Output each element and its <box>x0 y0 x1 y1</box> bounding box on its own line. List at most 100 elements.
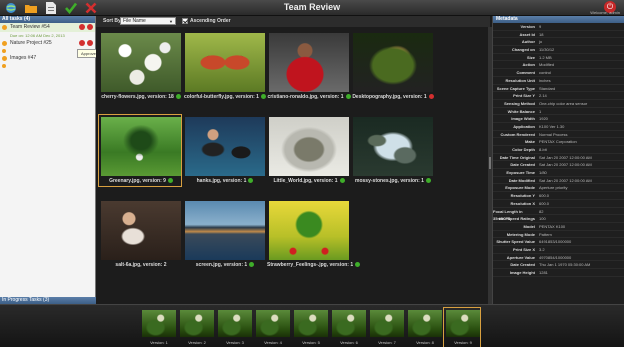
task-due-date: Due on: 12:06 AM Dec 2, 2013 <box>10 33 65 38</box>
asset-item[interactable]: mossy-stones.jpg, version: 1 <box>350 114 434 187</box>
version-label: Version: 5 <box>302 340 320 345</box>
approved-status-icon <box>167 178 173 184</box>
version-thumbnail[interactable] <box>142 310 176 337</box>
metadata-key: Application <box>513 123 535 129</box>
asset-caption-text: cherry-flowers.jpg, version: 18 <box>101 94 174 100</box>
metadata-row: Model PENTAX K100 <box>493 223 624 231</box>
asset-thumbnail[interactable] <box>185 33 265 92</box>
reject-task-icon[interactable] <box>79 24 85 30</box>
metadata-panel: Metadata Version 9 Asset Id 18 Author jo Chang… <box>492 16 624 304</box>
ascending-checkbox[interactable] <box>182 18 188 24</box>
metadata-value: inches <box>539 77 551 83</box>
version-item[interactable]: Version: 3 <box>215 307 253 347</box>
metadata-key: Author <box>521 39 535 45</box>
version-thumbnail[interactable] <box>408 310 442 337</box>
all-tasks-header[interactable]: All tasks (4) <box>0 16 95 23</box>
asset-thumbnail[interactable] <box>101 201 181 260</box>
version-item[interactable]: Version: 2 <box>177 307 215 347</box>
asset-item[interactable]: cherry-flowers.jpg, version: 18 <box>98 30 182 103</box>
metadata-value: 1 <box>539 108 542 114</box>
metadata-key: Date Modified <box>508 177 535 183</box>
metadata-value: 600.0 <box>539 200 550 206</box>
version-thumbnail[interactable] <box>180 310 214 337</box>
version-thumbnail[interactable] <box>370 310 404 337</box>
metadata-key: Changed on <box>511 47 535 53</box>
version-item[interactable]: Version: 7 <box>367 307 405 347</box>
asset-item[interactable]: colorful-butterfly.jpg, version: 1 <box>182 30 266 103</box>
metadata-value: 18 <box>539 31 544 37</box>
metadata-key: Color Depth <box>512 147 535 152</box>
version-item[interactable]: Version: 1 <box>139 307 177 347</box>
asset-thumbnail[interactable] <box>185 201 265 260</box>
asset-item[interactable]: Strawberry_Feelings-.jpg, version: 1 <box>266 198 361 271</box>
approved-status-icon <box>425 178 431 184</box>
metadata-row: Resolution Y 600.0 <box>493 192 624 200</box>
asset-thumbnail[interactable] <box>101 33 181 92</box>
metadata-key: Comment <box>516 70 535 76</box>
reject-task-icon[interactable] <box>79 40 85 46</box>
version-item[interactable]: Version: 8 <box>405 307 443 347</box>
version-label: Version: 1 <box>150 340 168 345</box>
version-thumbnail[interactable] <box>294 310 328 337</box>
in-progress-header[interactable]: In Progress Tasks (3) <box>0 297 96 304</box>
version-item[interactable]: Version: 5 <box>291 307 329 347</box>
version-thumbnail[interactable] <box>256 310 290 337</box>
task-item-nature-project[interactable]: Nature Project #25 <box>0 39 95 48</box>
asset-caption-text: Desktopography.jpg, version: 1 <box>352 94 427 100</box>
task-item-blank[interactable] <box>0 63 95 69</box>
asset-item[interactable]: cristiano-ronaldo.jpg, version: 1 <box>266 30 351 103</box>
metadata-value: 4970854/1000000 <box>539 254 572 260</box>
chevron-down-icon: ▼ <box>169 19 173 24</box>
metadata-value: 600.0 <box>539 193 550 199</box>
metadata-row: Author jo <box>493 38 624 47</box>
reject-all-icon[interactable] <box>87 40 93 46</box>
version-thumbnail[interactable] <box>218 310 252 337</box>
asset-thumbnail[interactable] <box>353 33 433 92</box>
asset-thumbnail[interactable] <box>353 117 433 176</box>
task-icon <box>2 49 6 53</box>
asset-caption: cristiano-ronaldo.jpg, version: 1 <box>267 94 351 100</box>
asset-thumbnail[interactable] <box>101 117 181 176</box>
asset-thumbnail[interactable] <box>269 201 349 260</box>
asset-item[interactable]: Little_World.jpg, version: 1 <box>266 114 350 187</box>
metadata-row: Sensing Method One-chip color area sensor <box>493 100 624 108</box>
task-label: Team Review #54 <box>10 24 50 30</box>
tasks-panel: All tasks (4) Team Review #54 Due on: 12… <box>0 16 132 304</box>
asset-caption: cherry-flowers.jpg, version: 18 <box>99 94 183 100</box>
version-item[interactable]: Version: 9 <box>443 307 481 347</box>
metadata-key: Sensing Method <box>504 100 535 106</box>
task-item-team-review[interactable]: Team Review #54 <box>0 23 95 32</box>
version-item[interactable]: Version: 6 <box>329 307 367 347</box>
task-icon <box>2 25 7 30</box>
version-strip: Version: 1 Version: 2 Version: 3 Version: 4… <box>0 304 624 347</box>
sort-bar: Sort By: File Name ▼ Ascending Order <box>96 16 490 27</box>
asset-thumbnail[interactable] <box>185 117 265 176</box>
task-icon <box>2 41 7 46</box>
version-thumbnail[interactable] <box>332 310 366 337</box>
app-window: Team Review ⏻ Welcome, admin All tasks (… <box>0 0 624 347</box>
asset-item[interactable]: hanks.jpg, version: 1 <box>182 114 266 187</box>
metadata-row: Shutter Speed Value 6491853/1000000 <box>493 238 624 246</box>
metadata-value: Pattern <box>539 231 552 237</box>
metadata-key: Scene Capture Type <box>496 85 535 91</box>
version-item[interactable]: Version: 4 <box>253 307 291 347</box>
metadata-key: Model <box>523 223 535 229</box>
asset-item[interactable]: salt-6a.jpg, version: 2 <box>98 198 182 271</box>
reject-all-icon[interactable] <box>87 24 93 30</box>
metadata-row: Print Size X 3.2 <box>493 246 624 254</box>
sort-select[interactable]: File Name ▼ <box>120 17 176 25</box>
version-thumbnail[interactable] <box>446 310 480 337</box>
asset-item[interactable]: screen.jpg, version: 1 <box>182 198 266 271</box>
metadata-value: 8-bit <box>539 147 547 152</box>
approved-status-icon <box>339 178 345 184</box>
asset-thumbnail[interactable] <box>269 117 349 176</box>
metadata-value: Sat Jan 20 2007 12:00:00 AM <box>539 177 592 183</box>
metadata-value: 1.2 MB <box>539 54 552 60</box>
metadata-row: Print Size Y 2.14 <box>493 92 624 100</box>
asset-item[interactable]: Greenary.jpg, version: 9 <box>98 114 182 187</box>
asset-thumbnail[interactable] <box>269 33 349 92</box>
metadata-value: 2.14 <box>539 93 547 99</box>
metadata-key: Print Size X <box>512 246 535 252</box>
asset-item[interactable]: Desktopography.jpg, version: 1 <box>350 30 434 103</box>
asset-caption: hanks.jpg, version: 1 <box>183 178 267 184</box>
